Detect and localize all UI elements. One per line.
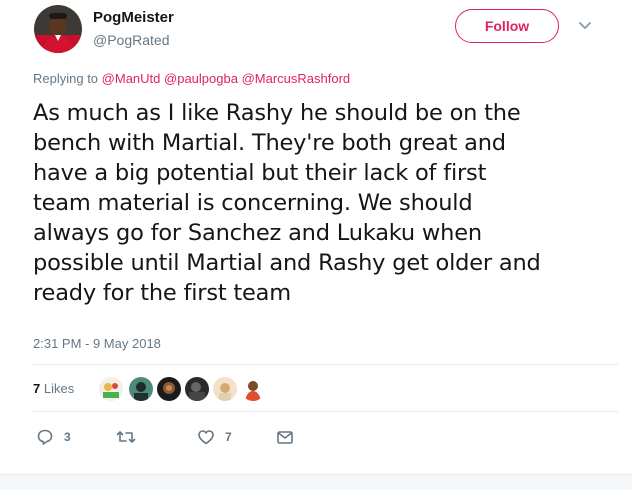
tweet-line: ready for the first team: [33, 280, 291, 306]
more-options-chevron-icon[interactable]: [576, 19, 594, 33]
tweet-line: As much as I like Rashy he should be on …: [33, 100, 521, 126]
tweet-actions: 3 7: [0, 425, 632, 449]
liker-avatar[interactable]: [98, 376, 124, 402]
follow-button[interactable]: Follow: [455, 9, 559, 43]
replying-prefix: Replying to: [33, 71, 99, 86]
likes-number: 7: [33, 381, 41, 396]
like-button[interactable]: 7: [197, 425, 232, 449]
reply-count: 3: [64, 430, 71, 444]
reply-icon: [37, 429, 53, 445]
tweet-line: always go for Sanchez and Lukaku when: [33, 220, 482, 246]
replying-to: Replying to @ManUtd @paulpogba @MarcusRa…: [33, 71, 350, 87]
likes-stat[interactable]: 7 Likes: [33, 381, 74, 397]
reply-button[interactable]: 3: [36, 425, 71, 449]
tweet-timestamp[interactable]: 2:31 PM - 9 May 2018: [33, 336, 161, 352]
tweet-line: bench with Martial. They're both great a…: [33, 130, 506, 156]
footer-bar: [0, 474, 632, 490]
author-display-name[interactable]: PogMeister: [93, 9, 174, 27]
avatar-image: [34, 5, 82, 53]
mention-manutd[interactable]: @ManUtd: [102, 71, 161, 86]
tweet-line: possible until Martial and Rashy get old…: [33, 250, 541, 276]
like-count: 7: [225, 430, 232, 444]
heart-icon: [198, 430, 214, 445]
mention-paulpogba[interactable]: @paulpogba: [164, 71, 238, 86]
retweet-icon: [116, 431, 136, 443]
retweet-button[interactable]: [116, 425, 146, 449]
liker-avatar[interactable]: [184, 376, 210, 402]
likes-label: Likes: [43, 381, 75, 396]
liker-avatar[interactable]: [156, 376, 182, 402]
tweet-text: As much as I like Rashy he should be on …: [33, 98, 618, 308]
tweet-line: team material is concerning. We should: [33, 190, 473, 216]
mention-marcusrashford[interactable]: @MarcusRashford: [242, 71, 351, 86]
liker-avatar[interactable]: [240, 376, 266, 402]
tweet-line: have a big potential but their lack of f…: [33, 160, 487, 186]
liker-avatar[interactable]: [212, 376, 238, 402]
author-handle[interactable]: @PogRated: [93, 31, 169, 49]
direct-message-button[interactable]: [276, 425, 294, 449]
envelope-icon: [277, 431, 293, 444]
liker-avatar[interactable]: [128, 376, 154, 402]
divider: [33, 411, 618, 412]
author-avatar[interactable]: [34, 5, 82, 53]
divider: [33, 364, 618, 365]
